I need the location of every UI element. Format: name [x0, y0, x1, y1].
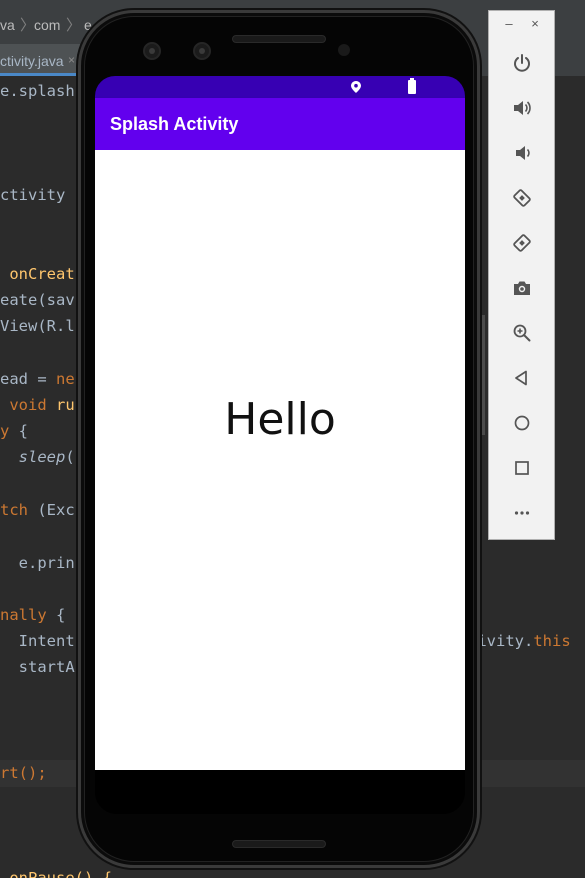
volume-down-icon [515, 146, 530, 160]
code-token: ctivity [0, 186, 66, 204]
code-token: nally [0, 606, 47, 624]
code-token: Intent [0, 632, 75, 650]
navigation-bar [95, 770, 465, 814]
rotate-right-icon [512, 234, 531, 252]
power-icon [513, 54, 530, 72]
code-line: onCreat [0, 264, 75, 284]
more-icon [514, 511, 529, 515]
zoom-in-icon [513, 324, 530, 342]
code-line: void ru [0, 395, 75, 415]
home-button[interactable] [489, 408, 554, 438]
code-token: tch [0, 501, 28, 519]
code-line: tch (Exc [0, 500, 75, 520]
tab-close-icon[interactable]: × [68, 53, 75, 67]
status-bar [95, 76, 465, 98]
code-token: View(R.l [0, 317, 75, 335]
code-line: onPause() { [0, 868, 112, 878]
code-token: ( [65, 448, 75, 466]
volume-up-icon [513, 101, 531, 115]
front-sensor-icon [193, 42, 211, 60]
breadcrumb-separator: 〉 [20, 17, 36, 34]
code-token: e.prin [0, 554, 75, 572]
code-line: y { [0, 421, 28, 441]
back-button[interactable] [489, 363, 554, 393]
code-line: e.prin [0, 553, 75, 573]
bottom-speaker [232, 840, 326, 848]
code-token: (Exc [28, 501, 75, 519]
breadcrumb-item[interactable]: va [0, 17, 15, 33]
code-token: startA [0, 658, 75, 676]
proximity-sensor [338, 44, 350, 56]
code-line: Intent [0, 631, 75, 651]
more-button[interactable] [489, 498, 554, 528]
code-line: sleep( [0, 447, 75, 467]
code-line: e.splash [0, 81, 75, 101]
code-line: rt(); [0, 763, 47, 783]
code-token: ne [56, 370, 75, 388]
activity-content[interactable]: Hello [95, 150, 465, 770]
overview-button[interactable] [489, 453, 554, 483]
code-token: void [0, 396, 56, 414]
power-button[interactable] [489, 48, 554, 78]
code-line: startA [0, 657, 75, 677]
code-token: onPause() { [0, 869, 112, 878]
code-token: rt(); [0, 764, 47, 782]
home-circle-icon [514, 415, 529, 431]
app-title: Splash Activity [110, 114, 239, 134]
front-camera-icon [143, 42, 161, 60]
code-token: { [46, 606, 66, 624]
code-fragment-right: tivity.this [468, 631, 571, 651]
code-token: eate(sav [0, 291, 75, 309]
emulator-toolbar: – × [488, 10, 555, 540]
breadcrumb-item[interactable]: com [34, 17, 60, 33]
earpiece-speaker [232, 35, 326, 43]
code-token: e.splash [0, 82, 75, 100]
hello-text: Hello [224, 394, 336, 445]
overview-square-icon [514, 461, 529, 475]
battery-icon [408, 78, 416, 94]
back-triangle-icon [514, 370, 527, 386]
code-token: this [533, 632, 571, 650]
code-line: ead = ne [0, 369, 75, 389]
volume-down-button[interactable] [489, 138, 554, 168]
close-button[interactable]: × [525, 15, 545, 33]
scrollbar[interactable] [482, 315, 485, 435]
code-token: y [0, 422, 10, 440]
camera-icon [513, 281, 530, 295]
location-icon [351, 81, 361, 93]
breadcrumb-separator: 〉 [66, 17, 82, 34]
minimize-button[interactable]: – [499, 15, 519, 33]
app-bar: Splash Activity [95, 98, 465, 150]
editor-tab-label: ctivity.java [0, 53, 64, 69]
code-token: sleep [18, 448, 66, 466]
rotate-left-button[interactable] [489, 183, 554, 213]
code-line: nally { [0, 605, 65, 625]
zoom-button[interactable] [489, 318, 554, 348]
rotate-right-button[interactable] [489, 228, 554, 258]
device-screen[interactable]: Splash Activity Hello [95, 76, 465, 814]
rotate-left-icon [512, 189, 531, 207]
code-line: View(R.l [0, 316, 75, 336]
screenshot-button[interactable] [489, 273, 554, 303]
code-token: ead = [0, 370, 56, 388]
code-token: onCreat [0, 265, 75, 283]
code-line: ctivity [0, 185, 65, 205]
code-line: eate(sav [0, 290, 75, 310]
code-token: ru [56, 396, 75, 414]
volume-up-button[interactable] [489, 93, 554, 123]
code-token: { [9, 422, 29, 440]
